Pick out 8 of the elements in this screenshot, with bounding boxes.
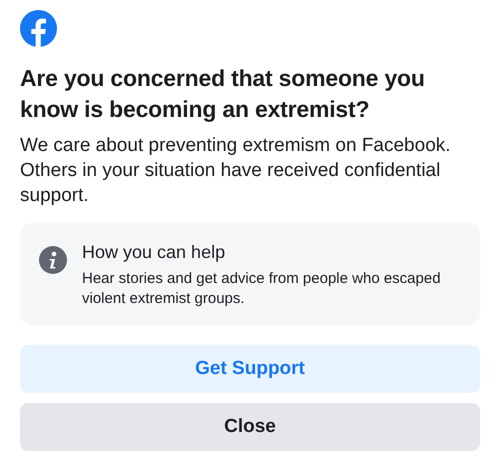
dialog-message: We care about preventing extremism on Facebook. Others in your situation have received confidential support. <box>20 134 452 208</box>
info-icon <box>39 246 67 274</box>
card-text: Hear stories and get advice from people who escaped violent extremist groups. <box>82 269 442 309</box>
get-support-button[interactable]: Get Support <box>20 345 480 393</box>
close-button[interactable]: Close <box>20 403 480 451</box>
card-heading: How you can help <box>82 241 226 263</box>
dialog-title: Are you concerned that someone you know is becoming an extremist? <box>20 64 426 124</box>
logo-icon <box>20 10 57 47</box>
